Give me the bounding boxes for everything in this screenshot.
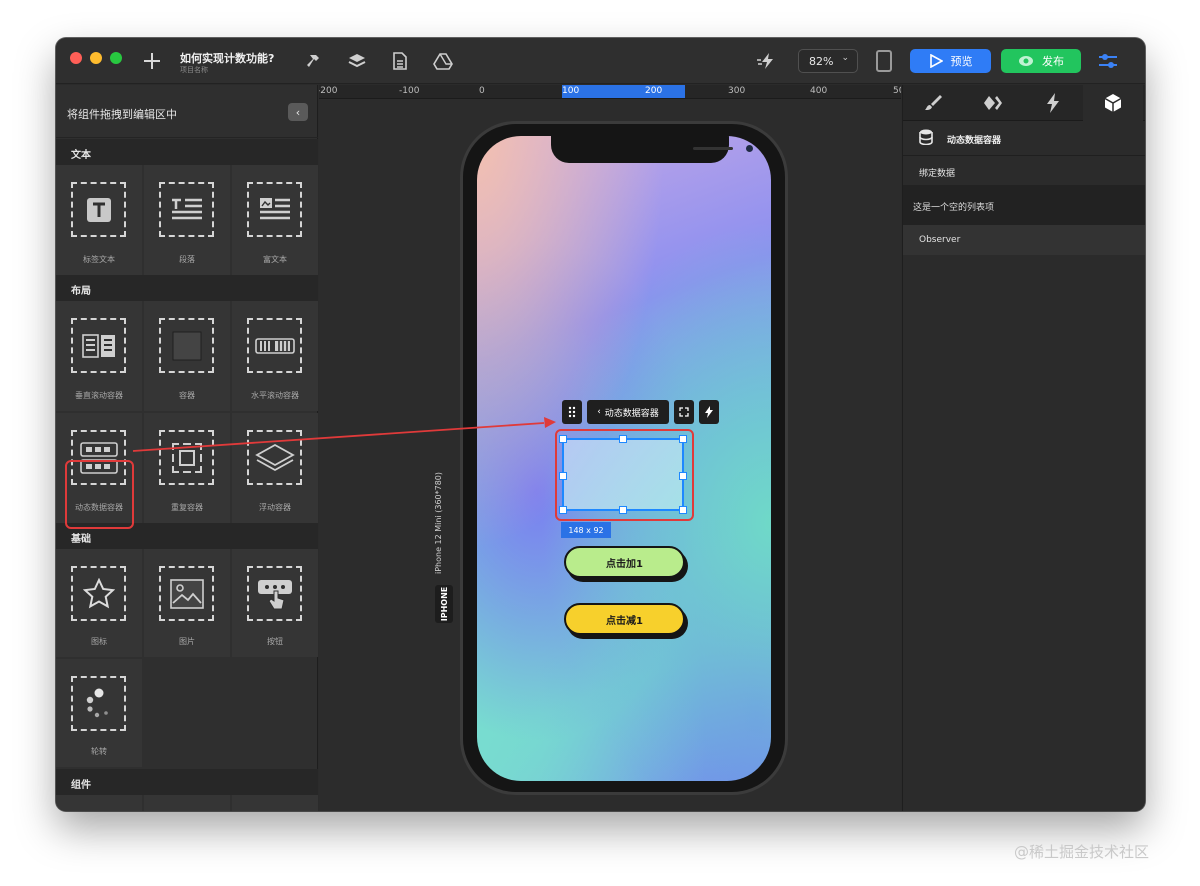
arrow-head-icon	[544, 417, 556, 428]
drag-arrow-overlay	[132, 417, 556, 452]
drag-arrow-line	[132, 422, 545, 452]
watermark: @稀土掘金技术社区	[1014, 843, 1150, 861]
